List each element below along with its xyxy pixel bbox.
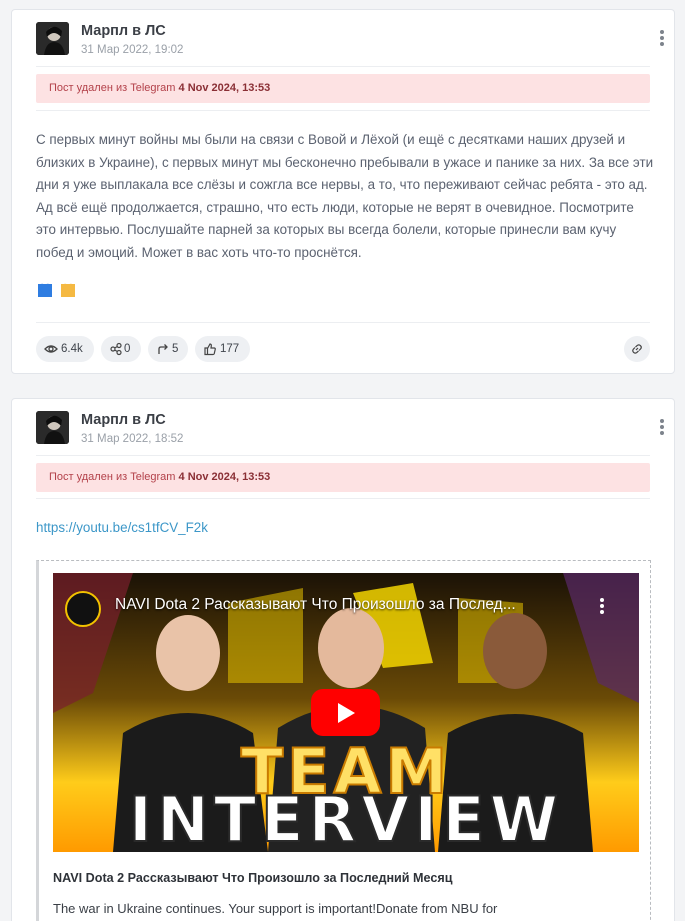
thumbnail-text-interview: INTERVIEW bbox=[128, 783, 564, 852]
like-button[interactable]: 177 bbox=[195, 336, 250, 362]
share-button[interactable]: 0 bbox=[101, 336, 141, 362]
blue-heart-icon bbox=[38, 284, 52, 297]
channel-logo[interactable] bbox=[65, 591, 101, 627]
shares-count: 0 bbox=[124, 343, 131, 355]
post-text: С первых минут войны мы были на связи с … bbox=[36, 132, 654, 260]
divider bbox=[36, 498, 650, 499]
play-button-icon[interactable] bbox=[311, 689, 380, 736]
share-icon bbox=[110, 342, 122, 356]
post-stats: 6.4k 0 5 177 bbox=[36, 336, 650, 362]
repost-arrow-icon bbox=[158, 344, 168, 354]
likes-count: 177 bbox=[220, 343, 240, 355]
author-name[interactable]: Марпл в ЛС bbox=[81, 23, 166, 39]
more-options-icon[interactable] bbox=[650, 417, 674, 441]
thumbs-up-icon bbox=[204, 343, 216, 356]
embed-title[interactable]: NAVI Dota 2 Рассказывают Что Произошло з… bbox=[53, 871, 452, 885]
copy-link-button[interactable] bbox=[624, 336, 650, 362]
video-thumbnail[interactable]: NAVI Dota 2 Рассказывают Что Произошло з… bbox=[53, 573, 639, 852]
deleted-alert: Пост удален из Telegram 4 Nov 2024, 13:5… bbox=[36, 74, 650, 103]
link-icon bbox=[632, 344, 642, 354]
views-counter[interactable]: 6.4k bbox=[36, 336, 94, 362]
avatar[interactable] bbox=[36, 411, 69, 444]
avatar[interactable] bbox=[36, 22, 69, 55]
author-name[interactable]: Марпл в ЛС bbox=[81, 412, 166, 428]
divider bbox=[36, 322, 650, 323]
post-date[interactable]: 31 Мар 2022, 18:52 bbox=[81, 433, 183, 445]
reposts-count: 5 bbox=[172, 343, 179, 355]
divider bbox=[36, 455, 650, 456]
alert-date: 4 Nov 2024, 13:53 bbox=[178, 82, 271, 94]
yellow-heart-icon bbox=[61, 284, 76, 297]
alert-text: Пост удален из Telegram bbox=[49, 82, 176, 94]
post-header: Марпл в ЛС 31 Мар 2022, 18:52 bbox=[36, 411, 664, 455]
emoji-row bbox=[38, 284, 80, 300]
link-preview-embed: NAVI Dota 2 Рассказывают Что Произошло з… bbox=[36, 560, 651, 921]
post-header: Марпл в ЛС 31 Мар 2022, 19:02 bbox=[36, 22, 664, 66]
video-menu-icon[interactable] bbox=[600, 598, 604, 616]
eye-icon bbox=[44, 345, 58, 353]
video-title[interactable]: NAVI Dota 2 Рассказывают Что Произошло з… bbox=[115, 596, 516, 614]
embed-description: The war in Ukraine continues. Your suppo… bbox=[53, 901, 498, 916]
views-count: 6.4k bbox=[61, 343, 83, 355]
deleted-alert: Пост удален из Telegram 4 Nov 2024, 13:5… bbox=[36, 463, 650, 492]
alert-text: Пост удален из Telegram bbox=[49, 471, 176, 483]
alert-date: 4 Nov 2024, 13:53 bbox=[178, 471, 271, 483]
post-card: Марпл в ЛС 31 Мар 2022, 18:52 Пост удале… bbox=[11, 398, 675, 921]
post-date[interactable]: 31 Мар 2022, 19:02 bbox=[81, 44, 183, 56]
divider bbox=[36, 66, 650, 67]
more-options-icon[interactable] bbox=[650, 28, 674, 52]
repost-button[interactable]: 5 bbox=[148, 336, 188, 362]
youtube-link[interactable]: https://youtu.be/cs1tfCV_F2k bbox=[36, 520, 208, 535]
divider bbox=[36, 110, 650, 111]
post-card: Марпл в ЛС 31 Мар 2022, 19:02 Пост удале… bbox=[11, 9, 675, 374]
